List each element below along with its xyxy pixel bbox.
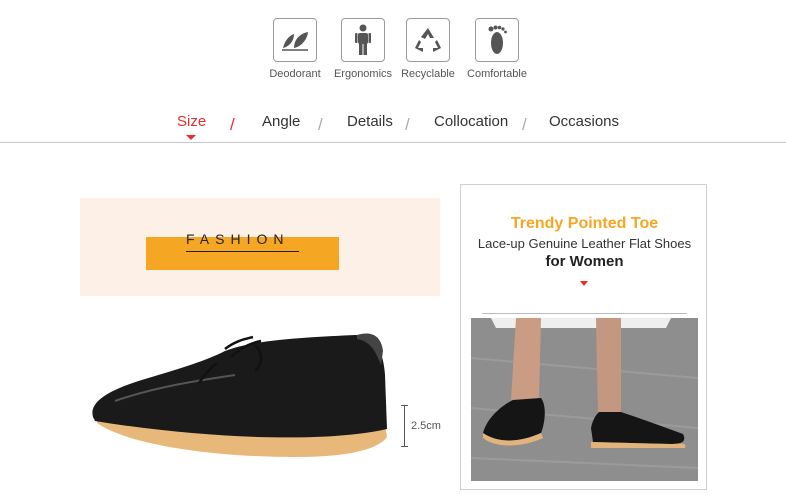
shoe-image bbox=[92, 333, 388, 457]
tab-separator: / bbox=[405, 115, 410, 134]
product-subtitle: Lace-up Genuine Leather Flat Shoes bbox=[477, 236, 692, 251]
feature-label: Recyclable bbox=[401, 68, 455, 80]
feature-label: Deodorant bbox=[269, 68, 321, 80]
product-panel: Trendy Pointed Toe Lace-up Genuine Leath… bbox=[460, 184, 707, 490]
product-title: Trendy Pointed Toe bbox=[510, 215, 659, 232]
tab-separator: / bbox=[230, 115, 235, 134]
feature-deodorant: Deodorant bbox=[259, 18, 331, 80]
active-tab-caret-icon bbox=[186, 135, 196, 140]
footprint-icon bbox=[475, 18, 519, 62]
model-wearing-shoes-photo bbox=[471, 318, 698, 481]
person-icon bbox=[341, 18, 385, 62]
feature-recyclable: Recyclable bbox=[392, 18, 464, 80]
caret-down-icon bbox=[580, 281, 588, 286]
height-measure-tick bbox=[401, 405, 408, 406]
feature-label: Ergonomics bbox=[333, 68, 393, 80]
recycle-icon bbox=[406, 18, 450, 62]
fashion-banner-underline bbox=[186, 251, 299, 252]
heel-height-label: 2.5cm bbox=[411, 420, 441, 432]
divider bbox=[0, 142, 786, 143]
feature-comfortable: Comfortable bbox=[461, 18, 533, 80]
leaf-icon bbox=[273, 18, 317, 62]
tab-occasions[interactable]: Occasions bbox=[549, 113, 619, 130]
height-measure-tick bbox=[401, 446, 408, 447]
tab-collocation[interactable]: Collocation bbox=[434, 113, 508, 130]
feature-icons: Deodorant Ergonomics Recyclable Comforta… bbox=[259, 18, 529, 88]
tab-details[interactable]: Details bbox=[347, 113, 393, 130]
tab-size[interactable]: Size bbox=[177, 113, 206, 130]
product-subtitle-2: for Women bbox=[545, 253, 624, 270]
feature-label: Comfortable bbox=[467, 68, 527, 80]
feature-ergonomics: Ergonomics bbox=[327, 18, 399, 80]
tab-separator: / bbox=[318, 115, 323, 134]
tab-angle[interactable]: Angle bbox=[262, 113, 300, 130]
tab-separator: / bbox=[522, 115, 527, 134]
height-measure-line bbox=[404, 405, 405, 447]
panel-divider bbox=[482, 313, 687, 314]
fashion-banner-text: FASHION bbox=[186, 231, 290, 247]
tab-bar: Size / Angle / Details / Collocation / O… bbox=[0, 113, 786, 143]
